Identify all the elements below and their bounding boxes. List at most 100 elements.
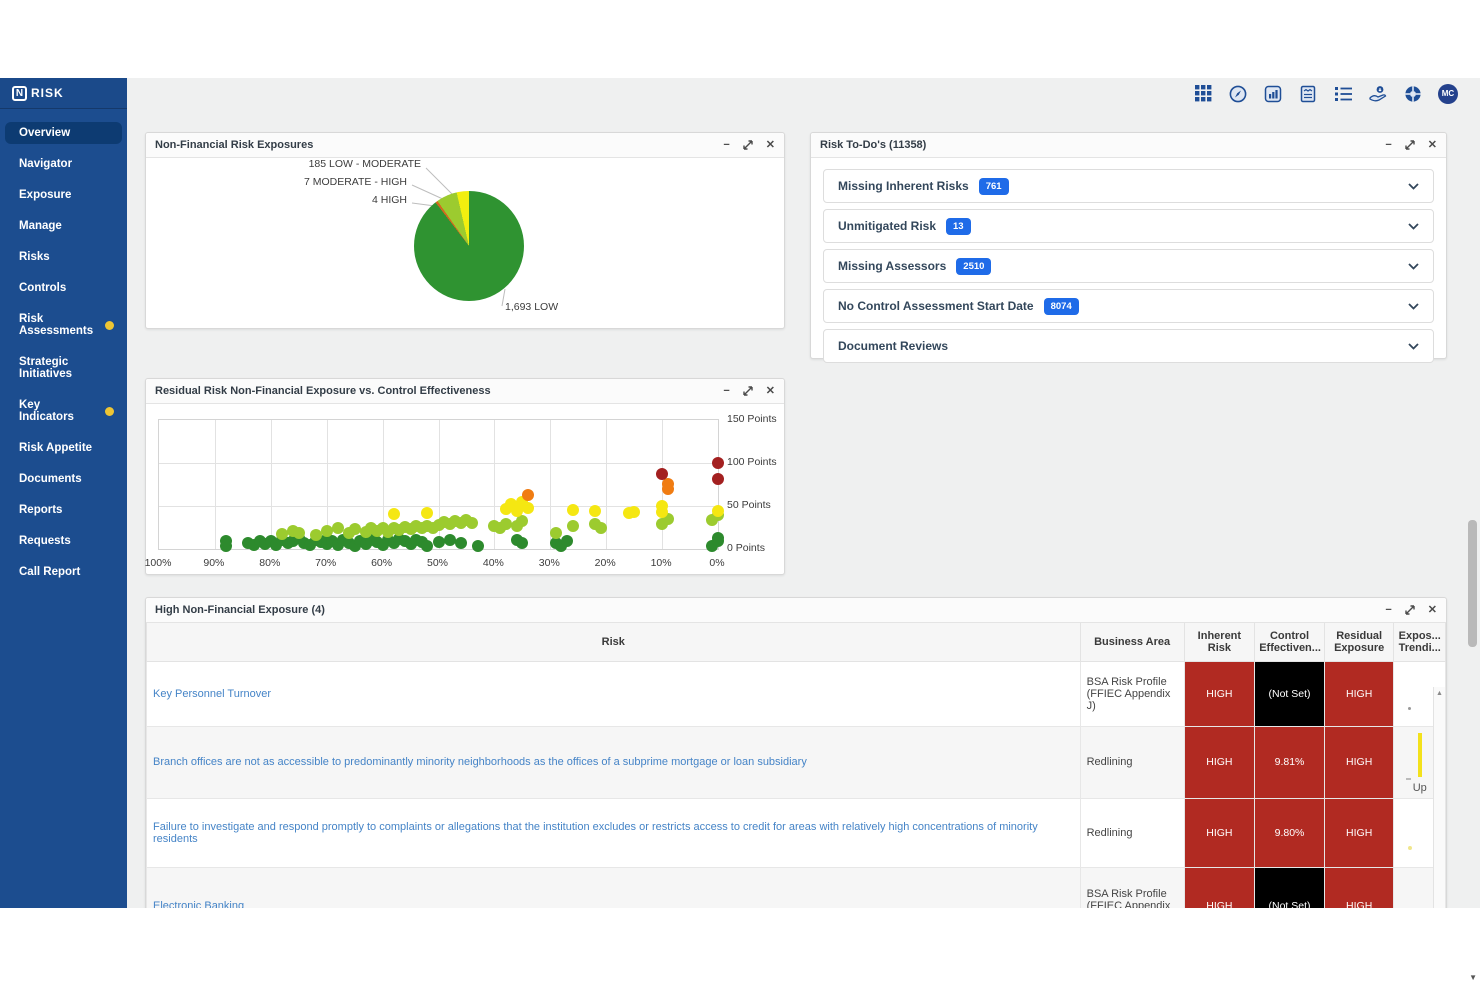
scatter-point[interactable] bbox=[656, 506, 668, 518]
sidebar-item-call-report[interactable]: Call Report bbox=[5, 561, 122, 583]
scatter-point[interactable] bbox=[522, 502, 534, 514]
scatter-point[interactable] bbox=[433, 536, 445, 548]
sidebar-item-overview[interactable]: Overview bbox=[5, 122, 122, 144]
app-grid-icon[interactable] bbox=[1193, 84, 1213, 104]
column-header-business-area[interactable]: Business Area bbox=[1080, 623, 1184, 661]
scatter-point[interactable] bbox=[466, 517, 478, 529]
sidebar-item-label: Reports bbox=[19, 504, 62, 516]
chevron-down-icon[interactable] bbox=[1408, 217, 1419, 235]
scatter-point[interactable] bbox=[349, 523, 361, 535]
minimize-icon[interactable]: − bbox=[723, 140, 729, 151]
pie-chart[interactable] bbox=[414, 191, 524, 301]
scatter-point[interactable] bbox=[388, 508, 400, 520]
todo-item-label: Document Reviews bbox=[838, 339, 948, 353]
expand-icon[interactable] bbox=[743, 386, 753, 396]
sidebar-item-strategic-initiatives[interactable]: Strategic Initiatives bbox=[5, 351, 122, 385]
checklist-icon[interactable] bbox=[1333, 84, 1353, 104]
app-logo[interactable]: N RISK bbox=[0, 78, 127, 109]
sidebar-item-exposure[interactable]: Exposure bbox=[5, 184, 122, 206]
table-scrollbar[interactable]: ▲ bbox=[1433, 687, 1445, 908]
compass-icon[interactable] bbox=[1228, 84, 1248, 104]
scatter-point[interactable] bbox=[712, 532, 724, 544]
user-avatar[interactable]: MC bbox=[1438, 84, 1458, 104]
todo-item-no-control-assessment-start-date[interactable]: No Control Assessment Start Date8074 bbox=[823, 289, 1434, 323]
sidebar-item-documents[interactable]: Documents bbox=[5, 468, 122, 490]
risk-link[interactable]: Electronic Banking bbox=[153, 900, 244, 908]
table-area: Risk Business Area Inherent Risk Control… bbox=[146, 623, 1446, 908]
trend-label: Up bbox=[1413, 782, 1427, 794]
todo-item-missing-assessors[interactable]: Missing Assessors2510 bbox=[823, 249, 1434, 283]
scatter-point[interactable] bbox=[516, 515, 528, 527]
scatter-point[interactable] bbox=[567, 520, 579, 532]
sidebar-item-label: Exposure bbox=[19, 189, 71, 201]
page-scroll-down-icon[interactable]: ▼ bbox=[1469, 973, 1477, 982]
scatter-point[interactable] bbox=[516, 537, 528, 549]
todo-item-document-reviews[interactable]: Document Reviews bbox=[823, 329, 1434, 363]
bar-chart-icon[interactable] bbox=[1263, 84, 1283, 104]
help-buoy-icon[interactable] bbox=[1403, 84, 1423, 104]
pie-callout-moderate-high: 7 MODERATE - HIGH bbox=[304, 176, 407, 188]
scatter-point[interactable] bbox=[567, 504, 579, 516]
close-icon[interactable]: ✕ bbox=[1428, 605, 1437, 616]
scatter-point[interactable] bbox=[421, 507, 433, 519]
table-row: Failure to investigate and respond promp… bbox=[147, 798, 1446, 867]
scatter-point[interactable] bbox=[310, 529, 322, 541]
expand-icon[interactable] bbox=[743, 140, 753, 150]
risk-link[interactable]: Key Personnel Turnover bbox=[153, 688, 271, 700]
scatter-point[interactable] bbox=[589, 505, 601, 517]
scatter-point[interactable] bbox=[472, 540, 484, 552]
sidebar-item-manage[interactable]: Manage bbox=[5, 215, 122, 237]
page-scrollbar-thumb[interactable] bbox=[1468, 520, 1477, 647]
sidebar-item-label: Strategic Initiatives bbox=[19, 356, 114, 380]
chevron-down-icon[interactable] bbox=[1408, 257, 1419, 275]
column-header-exposure-trending[interactable]: Expos... Trendi... bbox=[1394, 623, 1446, 661]
chevron-down-icon[interactable] bbox=[1408, 337, 1419, 355]
support-icon[interactable] bbox=[1368, 84, 1388, 104]
close-icon[interactable]: ✕ bbox=[766, 140, 775, 151]
minimize-icon[interactable]: − bbox=[1385, 605, 1391, 616]
todo-item-missing-inherent-risks[interactable]: Missing Inherent Risks761 bbox=[823, 169, 1434, 203]
scatter-point[interactable] bbox=[712, 473, 724, 485]
close-icon[interactable]: ✕ bbox=[1428, 140, 1437, 151]
expand-icon[interactable] bbox=[1405, 605, 1415, 615]
column-header-risk[interactable]: Risk bbox=[147, 623, 1081, 661]
panel-controls: − ✕ bbox=[1385, 140, 1437, 151]
sidebar-item-risk-assessments[interactable]: Risk Assessments bbox=[5, 308, 122, 342]
scatter-point[interactable] bbox=[712, 457, 724, 469]
scatter-point[interactable] bbox=[595, 522, 607, 534]
minimize-icon[interactable]: − bbox=[723, 386, 729, 397]
column-header-control-effectiveness[interactable]: Control Effectiven... bbox=[1255, 623, 1325, 661]
sidebar-item-key-indicators[interactable]: Key Indicators bbox=[5, 394, 122, 428]
scatter-point[interactable] bbox=[293, 527, 305, 539]
scatter-point[interactable] bbox=[321, 525, 333, 537]
todo-item-unmitigated-risk[interactable]: Unmitigated Risk13 bbox=[823, 209, 1434, 243]
scatter-point[interactable] bbox=[628, 506, 640, 518]
report-icon[interactable] bbox=[1298, 84, 1318, 104]
expand-icon[interactable] bbox=[1405, 140, 1415, 150]
scatter-point[interactable] bbox=[522, 489, 534, 501]
chevron-down-icon[interactable] bbox=[1408, 177, 1419, 195]
trend-dash-icon bbox=[1406, 778, 1411, 780]
scroll-up-icon[interactable]: ▲ bbox=[1434, 687, 1445, 697]
chevron-down-icon[interactable] bbox=[1408, 297, 1419, 315]
risk-link[interactable]: Branch offices are not as accessible to … bbox=[153, 756, 807, 768]
sidebar-item-reports[interactable]: Reports bbox=[5, 499, 122, 521]
scatter-point[interactable] bbox=[550, 527, 562, 539]
sidebar-item-navigator[interactable]: Navigator bbox=[5, 153, 122, 175]
sidebar-item-controls[interactable]: Controls bbox=[5, 277, 122, 299]
panel-controls: − ✕ bbox=[1385, 605, 1437, 616]
column-header-residual-exposure[interactable]: Residual Exposure bbox=[1324, 623, 1394, 661]
scatter-point[interactable] bbox=[455, 537, 467, 549]
column-header-inherent-risk[interactable]: Inherent Risk bbox=[1184, 623, 1255, 661]
minimize-icon[interactable]: − bbox=[1385, 140, 1391, 151]
sidebar-item-risks[interactable]: Risks bbox=[5, 246, 122, 268]
risk-link[interactable]: Failure to investigate and respond promp… bbox=[153, 821, 1038, 845]
scatter-point[interactable] bbox=[444, 534, 456, 546]
sidebar-item-risk-appetite[interactable]: Risk Appetite bbox=[5, 437, 122, 459]
scatter-point[interactable] bbox=[421, 540, 433, 552]
close-icon[interactable]: ✕ bbox=[766, 386, 775, 397]
scatter-point[interactable] bbox=[561, 535, 573, 547]
scatter-point[interactable] bbox=[500, 518, 512, 530]
sidebar-item-requests[interactable]: Requests bbox=[5, 530, 122, 552]
y-axis-tick-label: 0 Points bbox=[727, 542, 765, 554]
